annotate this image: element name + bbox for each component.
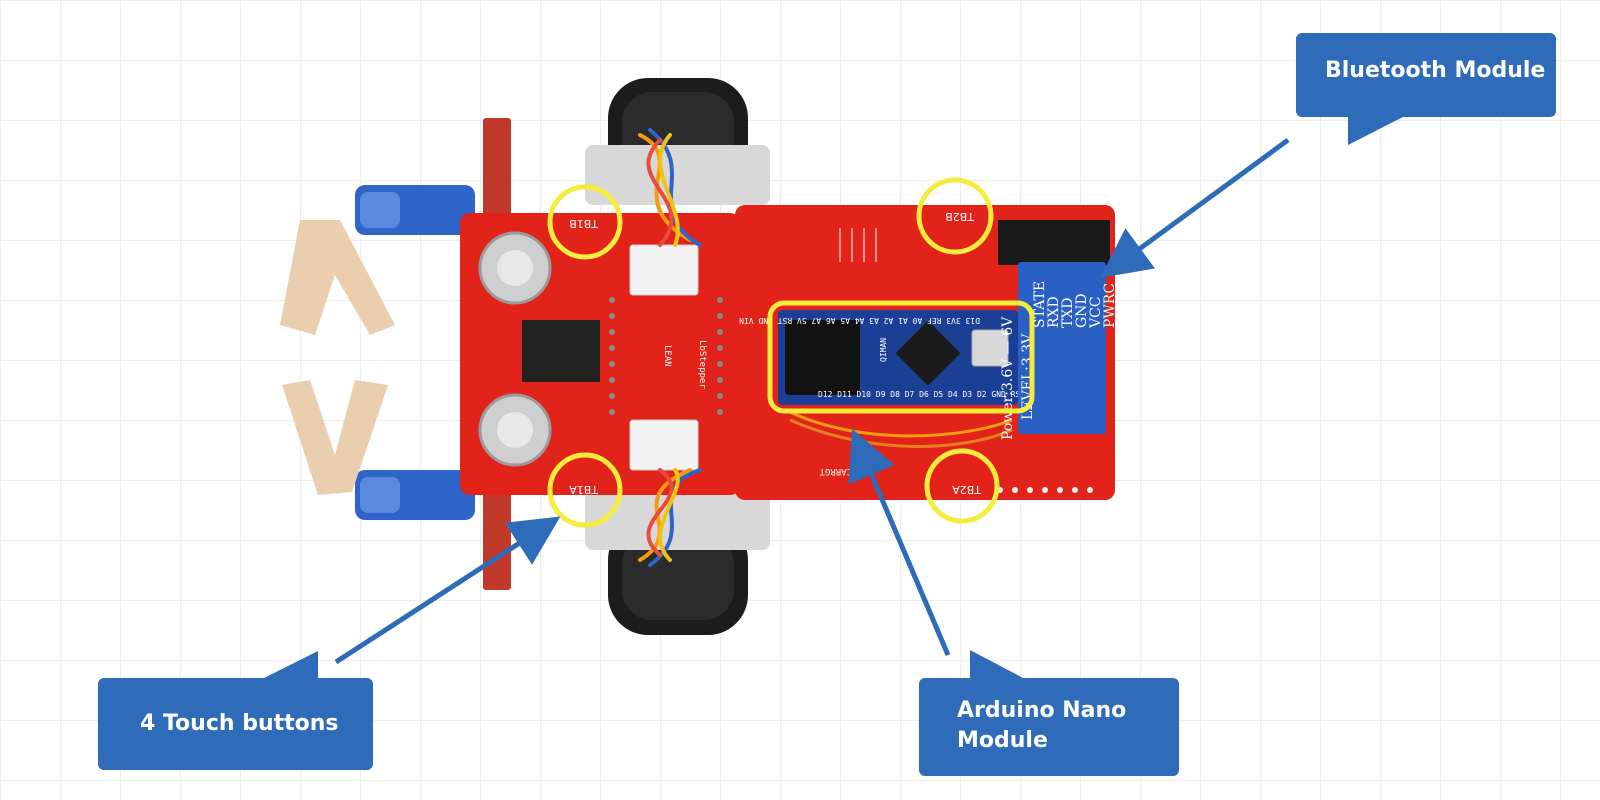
bluetooth-callout-box	[1296, 33, 1556, 145]
nano-top-pins: D13 3V3 REF A0 A1 A2 A3 A4 A5 A6 A7 5V R…	[739, 316, 980, 325]
top-motor-bracket	[585, 145, 770, 205]
touch-callout-label: 4 Touch buttons	[140, 711, 339, 736]
board-model-text: LbStepper	[697, 340, 707, 389]
bt-pin-pwrc: PWRC	[1102, 283, 1118, 328]
touch-callout-text: 4 Touch buttons	[140, 709, 339, 739]
bluetooth-arrow	[1099, 137, 1290, 278]
stepper-connector-bottom	[629, 419, 699, 471]
touch-label-tb1a: TB1A	[569, 483, 599, 496]
sensor-header	[522, 320, 600, 382]
board-brand-text: LEAN	[662, 345, 672, 367]
bluetooth-callout-label: Bluetooth Module	[1325, 58, 1546, 83]
nano-callout-line-2: Module	[957, 728, 1048, 753]
top-gripper-claw	[280, 220, 395, 335]
nano-callout-line-1: Arduino Nano	[957, 698, 1127, 723]
nano-chip-label: QIMAN	[879, 338, 888, 362]
robot-diagram: LEAN LbStepper TB1B TB1A CARRGT TB2B TB2…	[98, 33, 1556, 776]
touch-label-tb2b: TB2B	[945, 210, 975, 223]
touch-buttons-arrow	[334, 516, 561, 665]
stepper-connector-top	[629, 244, 699, 296]
rear-brand-text: CARRGT	[819, 466, 852, 476]
touch-label-tb2a: TB2A	[952, 483, 982, 496]
touch-label-tb1b: TB1B	[569, 217, 599, 230]
nano-callout-text: Arduino Nano Module	[957, 696, 1126, 756]
bluetooth-callout-text: Bluetooth Module	[1325, 56, 1545, 86]
bluetooth-header	[998, 220, 1110, 265]
bt-power-text: Power:3.6V — 6V	[1000, 316, 1016, 440]
